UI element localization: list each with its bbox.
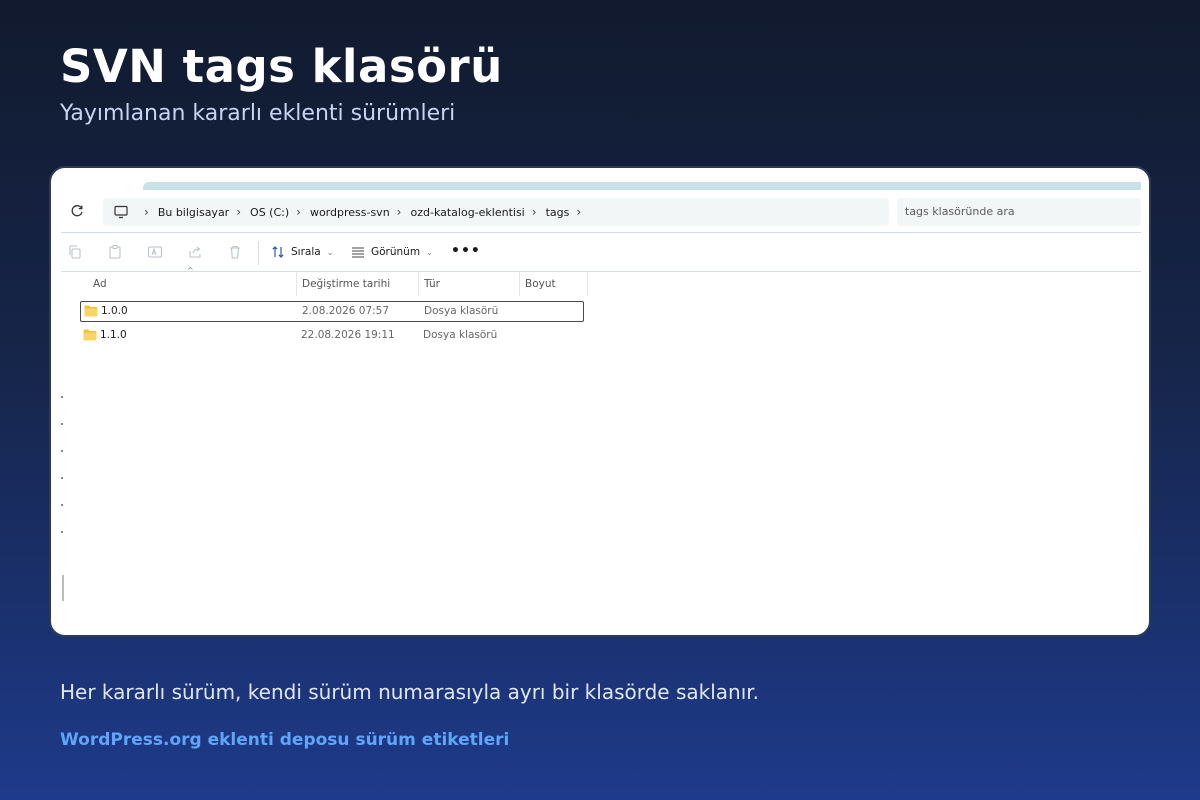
chevron-down-icon: ⌄ <box>426 247 433 257</box>
file-type: Dosya klasörü <box>424 305 499 317</box>
chevron-down-icon: ⌄ <box>326 247 334 257</box>
chevron-right-icon: › <box>531 205 537 219</box>
breadcrumb-this-pc[interactable]: Bu bilgisayar <box>158 206 229 219</box>
copy-icon[interactable] <box>67 244 83 260</box>
column-separator[interactable] <box>418 272 419 296</box>
sort-label: Sırala <box>291 246 321 258</box>
column-separator[interactable] <box>296 272 297 296</box>
more-options-button[interactable]: ••• <box>451 243 481 259</box>
breadcrumb-plugin[interactable]: ozd-katalog-eklentisi <box>410 206 524 219</box>
column-separator[interactable] <box>587 272 588 296</box>
tab-strip <box>143 182 1141 190</box>
file-name: 1.1.0 <box>100 329 127 341</box>
refresh-icon[interactable] <box>69 203 85 219</box>
chevron-right-icon: › <box>144 205 149 219</box>
chevron-right-icon: › <box>236 205 242 219</box>
scrollbar-thumb[interactable] <box>62 575 64 601</box>
chevron-right-icon: › <box>296 205 301 219</box>
breadcrumb-tags[interactable]: tags <box>546 206 570 219</box>
command-bar: Sırala ⌄ Görünüm ⌄ ••• <box>61 233 1141 272</box>
column-header-modified[interactable]: Değiştirme tarihi <box>302 272 390 296</box>
file-modified: 22.08.2026 19:11 <box>301 329 395 341</box>
file-explorer-window: › Bu bilgisayar › OS (C:) › wordpress-sv… <box>61 182 1141 632</box>
file-type: Dosya klasörü <box>423 329 498 341</box>
view-lines-icon <box>352 247 364 258</box>
share-icon[interactable] <box>187 244 203 260</box>
chevron-right-icon[interactable]: › <box>576 205 581 219</box>
file-name: 1.0.0 <box>101 305 128 317</box>
view-label: Görünüm <box>371 246 421 258</box>
computer-icon <box>114 205 128 219</box>
sort-button[interactable]: Sırala ⌄ <box>271 243 333 261</box>
view-button[interactable]: Görünüm ⌄ <box>351 243 433 261</box>
breadcrumb-drive[interactable]: OS (C:) <box>250 206 289 219</box>
slide-caption: Her kararlı sürüm, kendi sürüm numarasıy… <box>60 680 760 704</box>
chevron-right-icon: › <box>396 205 402 219</box>
screenshot-card: › Bu bilgisayar › OS (C:) › wordpress-sv… <box>49 166 1151 637</box>
column-header-size[interactable]: Boyut <box>525 272 556 296</box>
folder-icon <box>84 305 98 317</box>
search-input[interactable]: tags klasöründe ara <box>897 198 1141 226</box>
slide-title: SVN tags klasörü <box>60 40 503 93</box>
address-row: › Bu bilgisayar › OS (C:) › wordpress-sv… <box>61 190 1141 233</box>
column-header-name[interactable]: Ad <box>93 272 107 296</box>
toolbar-divider <box>258 241 259 265</box>
file-row-1-0-0[interactable]: 1.0.0 2.08.2026 07:57 Dosya klasörü <box>80 301 584 322</box>
nav-pane-edge-mark <box>61 450 63 452</box>
address-bar[interactable]: › Bu bilgisayar › OS (C:) › wordpress-sv… <box>103 198 889 226</box>
slide-subtitle: Yayımlanan kararlı eklenti sürümleri <box>60 101 456 126</box>
paste-icon[interactable] <box>107 244 123 260</box>
folder-icon <box>83 329 97 341</box>
file-modified: 2.08.2026 07:57 <box>302 305 390 317</box>
sort-arrows-icon <box>272 246 284 258</box>
column-header-type[interactable]: Tür <box>424 272 440 296</box>
column-separator[interactable] <box>519 272 520 296</box>
nav-pane-edge-mark <box>61 504 63 506</box>
column-headers: ^ Ad Değiştirme tarihi Tür Boyut <box>61 266 591 296</box>
breadcrumb-wordpress-svn[interactable]: wordpress-svn <box>310 206 390 219</box>
delete-icon[interactable] <box>227 244 243 260</box>
nav-pane-edge-mark <box>61 396 63 398</box>
nav-pane-edge-mark <box>61 531 63 533</box>
file-row-1-1-0[interactable]: 1.1.0 22.08.2026 19:11 Dosya klasörü <box>80 326 584 347</box>
nav-pane-edge-mark <box>61 477 63 479</box>
rename-icon[interactable] <box>147 244 163 260</box>
nav-pane-edge-mark <box>61 423 63 425</box>
sort-ascending-icon: ^ <box>187 266 194 275</box>
source-link[interactable]: WordPress.org eklenti deposu sürüm etike… <box>60 730 509 750</box>
